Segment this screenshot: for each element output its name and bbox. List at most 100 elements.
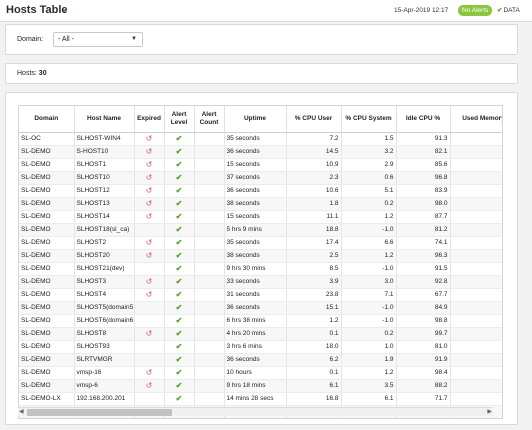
table-cell: SL-DEMO (19, 314, 75, 328)
table-cell: 6.1 (286, 379, 342, 393)
table-row[interactable]: SL-DEMOSLHOST13 ↺ ✔ 38 seconds1.80.298.01, (19, 197, 502, 211)
table-cell (194, 158, 225, 172)
table-cell: 1, (450, 184, 502, 198)
table-cell: 10.6 (286, 184, 342, 198)
table-cell: 1.0 (341, 340, 397, 354)
table-row[interactable]: SL-DEMOSLHOST14 ↺ ✔ 15 seconds11.11.287.72, (19, 210, 502, 224)
table-cell: SL-DEMO (19, 379, 75, 393)
alert-status-badge[interactable]: No Alerts (458, 5, 493, 16)
column-header[interactable]: % CPU System (341, 106, 397, 133)
table-cell: 1.9 (341, 353, 397, 367)
table-cell: 192.168.200.206 (74, 418, 134, 419)
summary-panel: Hosts: 30 (5, 63, 518, 84)
table-row[interactable]: SL-DEMOSLHOST12 ↺ ✔ 36 seconds10.65.183.91, (19, 184, 502, 198)
table-cell: 3, (450, 340, 502, 354)
column-header[interactable]: Alert Count (194, 106, 225, 133)
table-row[interactable]: SL-DEMO SLHOST5(domain5 ✔ 36 seconds 15.1 -1.… (19, 301, 502, 315)
alert-level-cell: ✔ (164, 158, 195, 172)
table-cell: SL-DEMO (19, 236, 75, 250)
column-header[interactable]: % CPU User (286, 106, 342, 133)
table-cell: SL-DEMO (19, 171, 75, 185)
table-cell: 81.2 (396, 223, 451, 237)
domain-select[interactable]: - All - ▼ (53, 32, 143, 47)
table-row[interactable]: SL-DEMOSLHOST8 ↺ ✔ 4 hrs 20 mins0.10.299.72… (19, 327, 502, 341)
history-icon: ↺ (145, 289, 153, 299)
table-row[interactable]: SL-DEMO-LX192.168.200.206 ✔ 16 hrs 56 mins… (19, 418, 503, 419)
table-cell (194, 392, 225, 406)
table-row[interactable]: SL-OCSLHOST-WIN4 ↺ ✔ 35 seconds7.21.591.31, (19, 132, 502, 146)
table-cell: 37 seconds (224, 171, 287, 185)
table-cell: 2, (450, 327, 502, 341)
table-cell: SLHOST21(dev) (74, 262, 135, 276)
table-cell: 14.5 (286, 145, 342, 159)
table-cell: 98.9 (396, 418, 450, 419)
table-cell: 6 hrs 38 mins (224, 314, 287, 328)
table-cell: vmsp-16 (74, 366, 135, 380)
table-cell: SL-DEMO (19, 197, 75, 211)
hosts-count: 30 (38, 70, 47, 77)
table-row[interactable]: SL-DEMOvmsp-6 ↺ ✔ 9 hrs 18 mins6.13.588.21, (19, 379, 502, 393)
table-cell: 1, (450, 275, 502, 289)
column-header[interactable]: Uptime (224, 106, 287, 133)
table-cell: 192.168.200.201 (74, 392, 135, 406)
table-row[interactable]: SL-DEMOSLHOST93 ✔ 3 hrs 6 mins18.01.081.03… (19, 340, 502, 354)
alert-level-cell: ✔ (164, 145, 195, 159)
column-header[interactable]: Host Name (74, 106, 135, 133)
table-cell: SLRTVMGR (74, 353, 135, 367)
table-cell (194, 275, 225, 289)
chevron-down-icon[interactable]: ⌄ (61, 4, 69, 15)
table-cell: SLHOST8 (74, 327, 135, 341)
table-row[interactable]: SL-DEMOSLHOST4 ↺ ✔ 31 seconds23.87.167.72, (19, 288, 502, 302)
table-row[interactable]: SL-DEMOSLHOST3 ↺ ✔ 33 seconds3.93.092.81, (19, 275, 502, 289)
table-row[interactable]: SL-DEMOS-HOST10 ↺ ✔ 36 seconds14.53.282.15, (19, 145, 502, 159)
table-cell: 36 seconds (224, 184, 287, 198)
checkmark-icon: ✔ (175, 302, 183, 312)
column-header[interactable]: Domain (19, 106, 75, 133)
table-cell: 11.1 (286, 210, 342, 224)
alert-level-cell: ✔ (164, 184, 195, 198)
table-row[interactable]: SL-DEMO SLHOST6(domain6 ✔ 6 hrs 38 mins 1.2-… (19, 314, 502, 328)
alert-level-cell: ✔ (164, 223, 195, 237)
hosts-grid[interactable]: Domain Host Name Expired Alert Level Alert C… (18, 105, 503, 419)
alert-level-cell: ✔ (164, 340, 195, 354)
table-cell: SLHOST20 (74, 249, 135, 263)
table-row[interactable]: SL-DEMOSLHOST20 ↺ ✔ 38 seconds2.51.296.32, (19, 249, 502, 263)
checkmark-icon: ✔ (175, 328, 183, 338)
table-row[interactable]: SL-DEMOSLHOST10 ↺ ✔ 37 seconds2.30.696.82, (19, 171, 502, 185)
table-row[interactable]: SL-DEMOSLHOST2 ↺ ✔ 35 seconds17.46.674.12, (19, 236, 502, 250)
table-cell (194, 145, 225, 159)
data-indicator: ✔DATA (497, 6, 520, 14)
alert-level-cell: ✔ (164, 210, 195, 224)
expired-cell: ↺ (134, 197, 165, 211)
column-header[interactable]: Expired (134, 106, 165, 133)
history-icon: ↺ (145, 133, 153, 143)
table-cell (194, 353, 225, 367)
table-row[interactable]: SL-DEMO SLHOST21(dev) ✔ 9 hrs 30 mins 8.5 -1.… (19, 262, 502, 276)
scroll-right-icon[interactable]: ▶ (487, 408, 492, 415)
horizontal-scrollbar[interactable]: ◀ ▶ (18, 407, 493, 416)
alert-level-cell: ✔ (164, 327, 195, 341)
table-cell: SL-DEMO (19, 353, 75, 367)
expired-cell: ↺ (134, 275, 165, 289)
table-cell: 98.4 (396, 366, 451, 380)
alert-level-cell: ✔ (164, 418, 194, 419)
table-cell: -1.0 (341, 314, 397, 328)
table-cell: 4 hrs 20 mins (224, 327, 287, 341)
table-cell: SL-DEMO (19, 340, 75, 354)
horizontal-scroll-thumb[interactable] (27, 409, 172, 416)
table-cell: SLHOST6(domain6 (74, 314, 135, 328)
column-header[interactable]: Alert Level (164, 106, 195, 133)
table-row[interactable]: SL-DEMO SLHOST18(sl_ca) ✔ 5 hrs 9 mins 18.8-… (19, 223, 502, 237)
scroll-left-icon[interactable]: ◀ (19, 408, 24, 415)
table-cell: 1, (450, 158, 502, 172)
column-header[interactable]: Idle CPU % (396, 106, 451, 133)
table-cell: 98.8 (396, 314, 451, 328)
table-row[interactable]: SL-DEMOSLRTVMGR ✔ 36 seconds6.21.991.91 (19, 353, 502, 367)
table-cell: 15.1 (286, 301, 342, 315)
table-row[interactable]: SL-DEMO-LX 192.168.200.201 ✔ 14 mins 28 sec… (19, 392, 502, 406)
column-header[interactable]: Used Memory (450, 106, 502, 133)
table-cell: vmsp-6 (74, 379, 135, 393)
table-row[interactable]: SL-DEMOSLHOST1 ↺ ✔ 15 seconds10.92.985.61, (19, 158, 502, 172)
table-row[interactable]: SL-DEMO vmsp-16 ↺ ✔ 10 hours 0.1 1.2 98.4 (19, 366, 502, 380)
table-cell: 18.0 (286, 340, 342, 354)
